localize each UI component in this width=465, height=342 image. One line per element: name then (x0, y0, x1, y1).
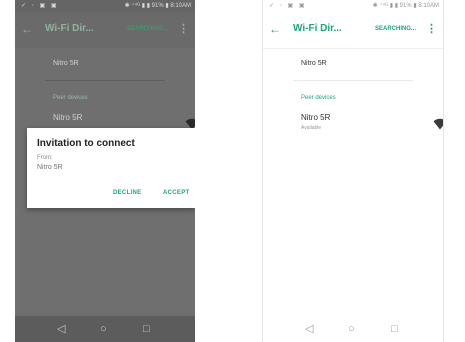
nav-home-icon[interactable]: ○ (348, 322, 355, 336)
status-icons-left: ✓ ◦ ▣ ▣ (269, 3, 307, 9)
peer-device-name: Nitro 5R (301, 113, 331, 122)
peer-device-status: Available (301, 125, 322, 131)
searching-status[interactable]: SEARCHING... (375, 26, 416, 32)
accept-button[interactable]: ACCEPT (163, 190, 189, 196)
my-device-name: Nitro 5R (301, 60, 327, 67)
peer-device-row[interactable]: Nitro 5R Available (293, 108, 443, 138)
invitation-dialog: Invitation to connect From: Nitro 5R DEC… (27, 128, 195, 208)
dialog-from-value: Nitro 5R (37, 164, 63, 171)
wifi-signal-icon (433, 118, 443, 130)
status-icons-right: ✱ ⁺⁴ᴳ ▮ ▮ 91% ▮ 8:10AM (372, 3, 439, 9)
peer-devices-header: Peer devices (53, 95, 88, 101)
nav-home-icon[interactable]: ○ (100, 322, 107, 336)
navigation-bar: ◁ ○ □ (263, 316, 443, 342)
status-bar: ✓ ◦ ▣ ▣ ✱ ⁺⁴ᴳ ▮ ▮ 91% ▮ 8:10AM (263, 0, 443, 12)
nav-recents-icon[interactable]: □ (143, 322, 150, 336)
status-icons-right: ✱ ⁺⁴ᴳ ▮ ▮ 91% ▮ 8:10AM (124, 3, 191, 9)
decline-button[interactable]: DECLINE (113, 190, 141, 196)
searching-status[interactable]: SEARCHING... (127, 26, 168, 32)
my-device-name: Nitro 5R (53, 60, 79, 67)
status-icons-left: ✓ ◦ ▣ ▣ (21, 3, 59, 9)
nav-back-icon[interactable]: ◁ (305, 322, 313, 336)
peer-devices-header: Peer devices (301, 95, 336, 101)
nav-recents-icon[interactable]: □ (391, 322, 398, 336)
dialog-title: Invitation to connect (37, 138, 135, 149)
more-vert-icon[interactable]: ⋮ (426, 22, 437, 36)
divider (45, 80, 165, 81)
page-title: Wi-Fi Dir... (45, 23, 94, 34)
phone-screen-invitation: ✓ ◦ ▣ ▣ ✱ ⁺⁴ᴳ ▮ ▮ 91% ▮ 8:10AM ← Wi-Fi D… (15, 0, 195, 342)
more-vert-icon[interactable]: ⋮ (178, 22, 189, 36)
dialog-from-label: From: (37, 155, 53, 161)
arrow-back-icon[interactable]: ← (269, 21, 281, 37)
navigation-bar: ◁ ○ □ (15, 316, 195, 342)
nav-back-icon[interactable]: ◁ (57, 322, 65, 336)
arrow-back-icon[interactable]: ← (21, 21, 33, 37)
page-title: Wi-Fi Dir... (293, 23, 342, 34)
status-bar: ✓ ◦ ▣ ▣ ✱ ⁺⁴ᴳ ▮ ▮ 91% ▮ 8:10AM (15, 0, 195, 12)
app-bar: ← Wi-Fi Dir... SEARCHING... ⋮ (15, 12, 195, 48)
phone-screen-wifi-direct: ✓ ◦ ▣ ▣ ✱ ⁺⁴ᴳ ▮ ▮ 91% ▮ 8:10AM ← Wi-Fi D… (262, 0, 444, 342)
peer-device-name: Nitro 5R (53, 113, 83, 122)
app-bar: ← Wi-Fi Dir... SEARCHING... ⋮ (263, 12, 443, 49)
divider (293, 80, 413, 81)
